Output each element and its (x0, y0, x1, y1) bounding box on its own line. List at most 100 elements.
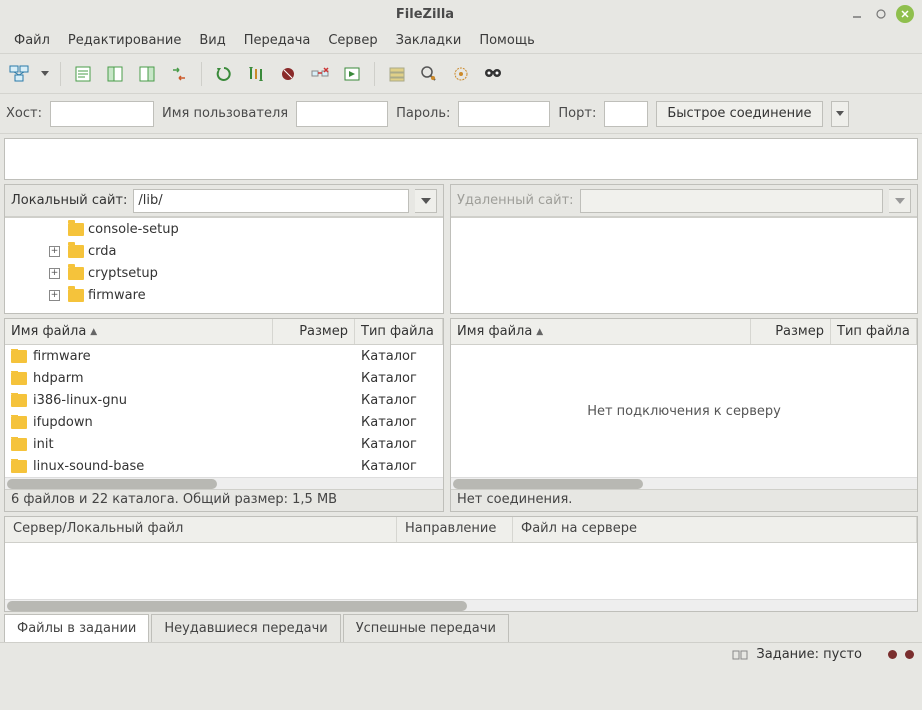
folder-icon (11, 416, 27, 429)
toggle-tree-button[interactable] (101, 60, 129, 88)
maximize-button[interactable] (872, 5, 890, 23)
toolbar-separator (201, 62, 202, 86)
folder-icon (11, 394, 27, 407)
menu-server[interactable]: Сервер (320, 30, 385, 51)
list-item[interactable]: ifupdownКаталог (5, 411, 443, 433)
titlebar: FileZilla (0, 0, 922, 28)
toolbar-separator (60, 62, 61, 86)
qcol-remote[interactable]: Файл на сервере (513, 517, 917, 542)
toggle-log-button[interactable] (69, 60, 97, 88)
username-label: Имя пользователя (162, 106, 288, 121)
window-title: FileZilla (8, 7, 842, 22)
local-tree[interactable]: console-setup + crda + cryptsetup + firm… (5, 217, 443, 313)
sync-browse-button[interactable] (447, 60, 475, 88)
remote-list-body[interactable]: Нет подключения к серверу (451, 345, 917, 477)
remote-hscroll[interactable] (451, 477, 917, 489)
sort-asc-icon: ▲ (90, 327, 97, 337)
remote-file-list: Имя файла ▲ Размер Тип файла Нет подключ… (450, 318, 918, 512)
tree-item[interactable]: console-setup (5, 218, 443, 240)
local-list-body[interactable]: firmwareКаталог hdparmКаталог i386-linux… (5, 345, 443, 477)
tree-item[interactable]: + firmware (5, 284, 443, 306)
menubar: Файл Редактирование Вид Передача Сервер … (0, 28, 922, 54)
col-size[interactable]: Размер (273, 319, 355, 344)
toolbar (0, 54, 922, 94)
remote-site-label: Удаленный сайт: (457, 193, 574, 208)
search-button[interactable] (479, 60, 507, 88)
menu-file[interactable]: Файл (6, 30, 58, 51)
process-queue-button[interactable] (242, 60, 270, 88)
remote-status: Нет соединения. (451, 489, 917, 511)
local-hscroll[interactable] (5, 477, 443, 489)
remote-tree[interactable] (451, 217, 917, 313)
activity-led-recv (888, 650, 897, 659)
tab-failed[interactable]: Неудавшиеся передачи (151, 614, 340, 642)
remote-path-dropdown[interactable] (889, 189, 911, 213)
compare-button[interactable] (415, 60, 443, 88)
folder-icon (11, 350, 27, 363)
local-status: 6 файлов и 22 каталога. Общий размер: 1,… (5, 489, 443, 511)
disconnect-button[interactable] (306, 60, 334, 88)
local-site-bar: Локальный сайт: (5, 185, 443, 217)
remote-path-input (580, 189, 883, 213)
minimize-button[interactable] (848, 5, 866, 23)
refresh-button[interactable] (210, 60, 238, 88)
filter-button[interactable] (383, 60, 411, 88)
local-file-list: Имя файла ▲ Размер Тип файла firmwareКат… (4, 318, 444, 512)
qcol-direction[interactable]: Направление (397, 517, 513, 542)
list-item[interactable]: initКаталог (5, 433, 443, 455)
password-input[interactable] (458, 101, 550, 127)
sort-asc-icon: ▲ (536, 327, 543, 337)
message-log[interactable] (4, 138, 918, 180)
expand-icon[interactable]: + (49, 290, 60, 301)
local-path-dropdown[interactable] (415, 189, 437, 213)
col-name[interactable]: Имя файла ▲ (5, 319, 273, 344)
activity-led-send (905, 650, 914, 659)
cancel-button[interactable] (274, 60, 302, 88)
col-size[interactable]: Размер (751, 319, 831, 344)
qcol-server[interactable]: Сервер/Локальный файл (5, 517, 397, 542)
menu-help[interactable]: Помощь (471, 30, 542, 51)
menu-view[interactable]: Вид (191, 30, 233, 51)
tree-item-label: firmware (88, 288, 146, 303)
list-item[interactable]: linux-sound-baseКаталог (5, 455, 443, 477)
queue-body[interactable] (5, 543, 917, 599)
site-manager-dropdown[interactable] (38, 71, 52, 77)
menu-edit[interactable]: Редактирование (60, 30, 189, 51)
password-label: Пароль: (396, 106, 450, 121)
menu-transfer[interactable]: Передача (236, 30, 319, 51)
host-input[interactable] (50, 101, 154, 127)
transfer-queue: Сервер/Локальный файл Направление Файл н… (4, 516, 918, 612)
statusbar: Задание: пусто (0, 642, 922, 666)
list-item[interactable]: firmwareКаталог (5, 345, 443, 367)
col-name[interactable]: Имя файла ▲ (451, 319, 751, 344)
menu-bookmarks[interactable]: Закладки (388, 30, 470, 51)
toggle-remote-tree-button[interactable] (133, 60, 161, 88)
queue-hscroll[interactable] (5, 599, 917, 611)
folder-icon (11, 438, 27, 451)
local-site-label: Локальный сайт: (11, 193, 127, 208)
local-path-input[interactable] (133, 189, 409, 213)
col-type[interactable]: Тип файла (355, 319, 443, 344)
tree-item[interactable]: + cryptsetup (5, 262, 443, 284)
tab-queued[interactable]: Файлы в задании (4, 614, 149, 642)
quickconnect-button[interactable]: Быстрое соединение (656, 101, 822, 127)
expand-icon[interactable]: + (49, 268, 60, 279)
username-input[interactable] (296, 101, 388, 127)
port-label: Порт: (558, 106, 596, 121)
close-button[interactable] (896, 5, 914, 23)
host-label: Хост: (6, 106, 42, 121)
folder-icon (68, 289, 84, 302)
quickconnect-dropdown[interactable] (831, 101, 849, 127)
reconnect-button[interactable] (338, 60, 366, 88)
list-item[interactable]: i386-linux-gnuКаталог (5, 389, 443, 411)
toggle-queue-button[interactable] (165, 60, 193, 88)
quickconnect-button-label: Быстрое соединение (667, 106, 811, 121)
site-manager-button[interactable] (6, 60, 34, 88)
tree-item[interactable]: + crda (5, 240, 443, 262)
port-input[interactable] (604, 101, 648, 127)
expand-icon[interactable]: + (49, 246, 60, 257)
col-type[interactable]: Тип файла (831, 319, 917, 344)
tab-success[interactable]: Успешные передачи (343, 614, 509, 642)
list-item[interactable]: hdparmКаталог (5, 367, 443, 389)
toolbar-separator (374, 62, 375, 86)
